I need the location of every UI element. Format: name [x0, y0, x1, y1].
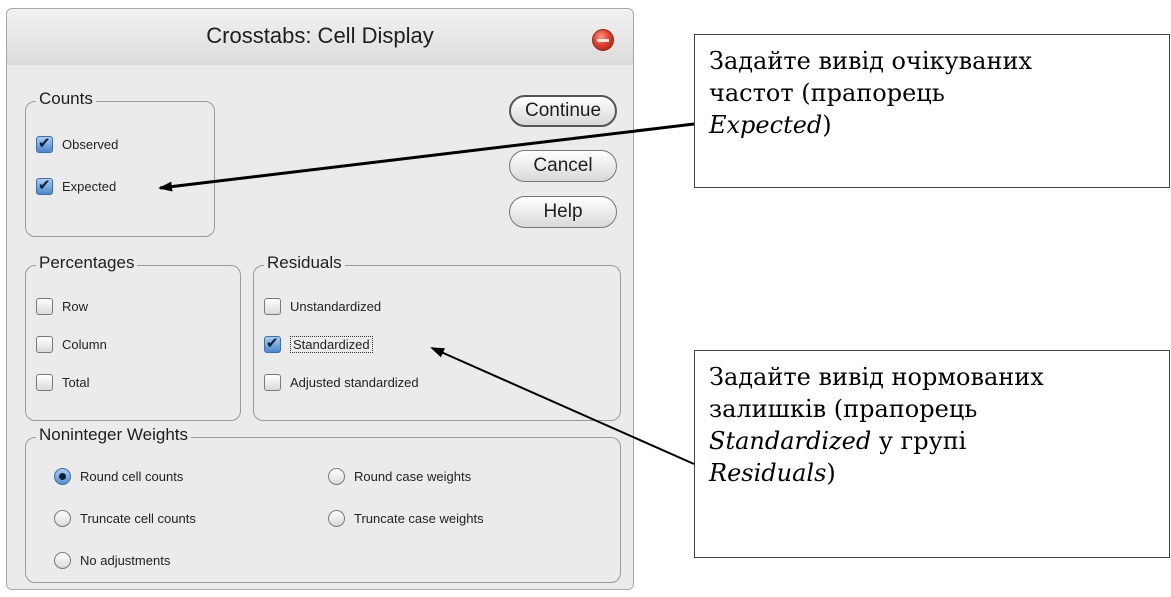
arrow-to-expected: [158, 122, 695, 192]
annotation-arrows: [158, 122, 695, 465]
arrow-to-standardized: [430, 347, 695, 465]
